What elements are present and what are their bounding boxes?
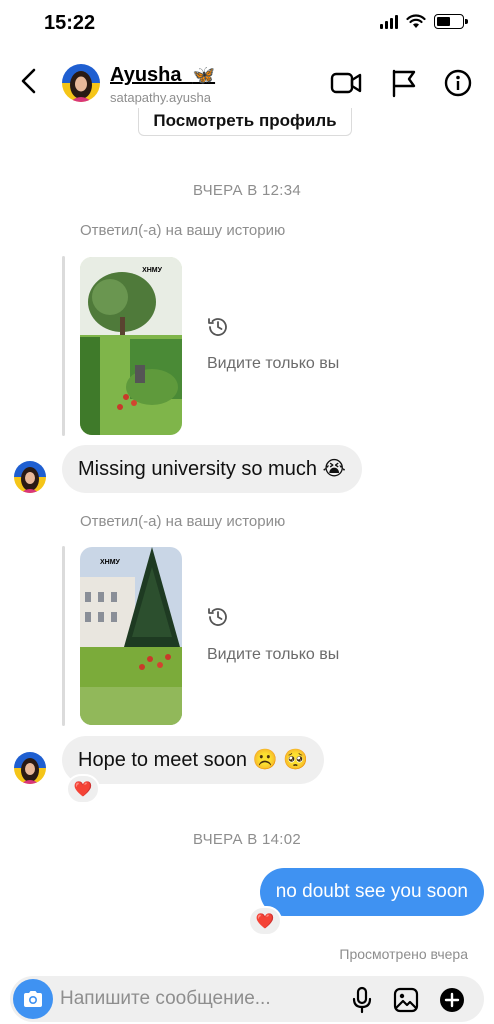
contact-name[interactable]: Ayusha_🦋 xyxy=(110,64,215,87)
battery-icon xyxy=(434,14,468,29)
avatar[interactable] xyxy=(14,461,46,493)
heart-reaction[interactable]: ❤️ xyxy=(248,906,282,936)
back-arrow-icon[interactable] xyxy=(14,66,44,96)
message-bubble-outgoing[interactable]: no doubt see you soon xyxy=(259,868,484,916)
camera-icon xyxy=(24,991,42,1007)
avatar[interactable] xyxy=(14,752,46,784)
only-you-label: Видите только вы xyxy=(207,355,340,372)
wifi-icon xyxy=(406,14,426,28)
message-bubble[interactable]: Missing university so much 😭 xyxy=(62,445,362,493)
timestamp: ВЧЕРА В 14:02 xyxy=(192,831,302,848)
contact-name-text[interactable]: Ayusha_ xyxy=(110,64,193,86)
timestamp: ВЧЕРА В 12:34 xyxy=(192,182,302,199)
story-thumb-text: ХНМУ xyxy=(100,559,120,566)
message-composer xyxy=(10,976,484,1022)
info-icon[interactable] xyxy=(442,68,474,98)
story-reply-label: Ответил(-а) на вашу историю xyxy=(80,513,286,530)
story-thumbnail[interactable]: ХНМУ xyxy=(80,547,182,725)
story-reply-label: Ответил(-а) на вашу историю xyxy=(80,222,286,239)
butterfly-emoji: 🦋 xyxy=(192,65,216,85)
history-icon xyxy=(208,608,227,626)
story-thumb-text: ХНМУ xyxy=(142,267,162,274)
signal-icon xyxy=(380,14,398,29)
heart-icon: ❤️ xyxy=(255,913,275,930)
heart-reaction[interactable]: ❤️ xyxy=(66,774,100,804)
heart-icon: ❤️ xyxy=(73,781,93,798)
contact-username: satapathy.ayusha xyxy=(110,90,211,105)
camera-button[interactable] xyxy=(13,979,53,1019)
reply-line xyxy=(62,256,65,436)
status-time: 15:22 xyxy=(44,12,96,34)
only-you-label: Видите только вы xyxy=(207,646,340,663)
view-profile-button[interactable]: Посмотреть профиль xyxy=(138,108,352,136)
seen-status: Просмотрено вчера xyxy=(339,946,468,962)
story-thumbnail[interactable]: ХНМУ xyxy=(80,257,182,435)
avatar[interactable] xyxy=(62,64,100,102)
flag-icon[interactable] xyxy=(388,68,420,98)
gallery-icon[interactable] xyxy=(392,986,420,1014)
microphone-icon[interactable] xyxy=(348,986,376,1014)
reply-line xyxy=(62,546,65,726)
video-camera-icon[interactable] xyxy=(330,68,362,98)
status-bar: 15:22 xyxy=(0,0,494,46)
message-input[interactable] xyxy=(60,976,310,1022)
message-bubble[interactable]: Hope to meet soon ☹️ 🥺 xyxy=(62,736,324,784)
add-icon[interactable] xyxy=(438,986,466,1014)
status-icons xyxy=(380,14,468,29)
history-icon xyxy=(208,318,227,336)
